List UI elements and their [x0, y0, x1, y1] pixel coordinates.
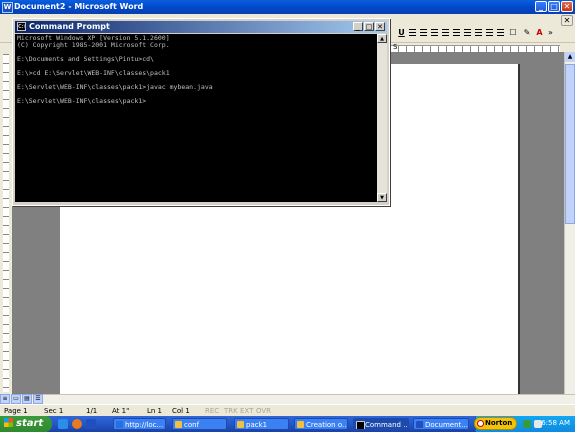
view-buttons: ≡ ▭ ▤ ☰ — [0, 394, 43, 404]
cmd-app-icon[interactable]: C:\ — [17, 22, 26, 31]
status-line: Ln 1 — [147, 407, 163, 415]
cmd-title: Command Prompt — [29, 22, 110, 31]
vertical-ruler-bar — [0, 52, 12, 394]
numbering-icon[interactable] — [463, 28, 472, 38]
quick-launch — [58, 419, 96, 429]
task-label: Document... — [425, 421, 468, 429]
task-label: http://loc... — [125, 421, 164, 429]
browser-icon — [116, 421, 123, 428]
taskbar: start http://loc... conf pack1 Creation … — [0, 416, 575, 432]
bullets-icon[interactable] — [474, 28, 483, 38]
web-view-icon[interactable]: ▭ — [11, 394, 21, 404]
line-spacing-icon[interactable] — [452, 28, 461, 38]
scroll-up-icon[interactable]: ▲ — [565, 52, 575, 62]
word-icon — [416, 421, 423, 428]
ruler-tab-marker[interactable]: S — [393, 43, 397, 51]
task-button-document[interactable]: Document... — [413, 418, 469, 430]
folder-icon — [175, 421, 182, 428]
vertical-ruler[interactable] — [3, 54, 9, 392]
console-prompt-line: E:\Servlet\WEB-INF\classes\pack1> — [17, 97, 147, 105]
maximize-button[interactable]: □ — [548, 1, 560, 12]
close-button[interactable]: ✕ — [561, 1, 573, 12]
minimize-button[interactable]: _ — [535, 1, 547, 12]
ie-icon[interactable] — [58, 419, 68, 429]
status-pages: 1/1 — [86, 407, 98, 415]
folder-icon — [237, 421, 244, 428]
norton-icon — [477, 420, 484, 427]
start-label: start — [16, 418, 44, 429]
firefox-icon[interactable] — [72, 419, 82, 429]
word-caption-buttons: _ □ ✕ — [535, 1, 573, 12]
scroll-thumb[interactable] — [565, 64, 575, 224]
status-ovr[interactable]: OVR — [256, 407, 271, 415]
task-button-pack1[interactable]: pack1 — [234, 418, 289, 430]
cmd-titlebar[interactable]: C:\ Command Prompt _ □ ✕ — [15, 21, 387, 33]
windows-logo-icon — [4, 418, 13, 427]
align-right-icon[interactable] — [430, 28, 439, 38]
status-page: Page 1 — [4, 407, 28, 415]
task-button-creation[interactable]: Creation o... — [294, 418, 348, 430]
cmd-maximize-button[interactable]: □ — [364, 22, 374, 31]
doc-close-icon[interactable]: ✕ — [561, 15, 573, 26]
task-button-browser[interactable]: http://loc... — [113, 418, 166, 430]
network-icon[interactable] — [523, 420, 531, 428]
status-at: At 1" — [112, 407, 130, 415]
command-prompt-window: C:\ Command Prompt _ □ ✕ Microsoft Windo… — [12, 18, 390, 206]
toolbar-options-chevron-icon[interactable]: » — [546, 28, 555, 38]
cmd-scrollbar[interactable]: ▲ ▼ — [377, 34, 387, 202]
underline-button[interactable]: U — [397, 28, 406, 38]
status-column: Col 1 — [172, 407, 190, 415]
normal-view-icon[interactable]: ≡ — [0, 394, 10, 404]
status-trk[interactable]: TRK — [224, 407, 238, 415]
font-color-icon[interactable]: A — [535, 28, 544, 38]
status-ext[interactable]: EXT — [240, 407, 253, 415]
word-quicklaunch-icon[interactable] — [86, 419, 96, 429]
console-output: Microsoft Windows XP [Version 5.1.2600] … — [17, 35, 213, 105]
task-button-command[interactable]: Command ... — [353, 418, 409, 430]
word-titlebar: W Document2 - Microsoft Word _ □ ✕ — [0, 0, 575, 14]
print-view-icon[interactable]: ▤ — [22, 394, 32, 404]
cmd-console[interactable]: Microsoft Windows XP [Version 5.1.2600] … — [15, 34, 377, 202]
task-label: conf — [184, 421, 200, 429]
document-caption-buttons: ✕ — [561, 15, 573, 26]
decrease-indent-icon[interactable] — [485, 28, 494, 38]
norton-button[interactable]: Norton — [474, 417, 517, 430]
start-button[interactable]: start — [0, 416, 52, 432]
task-label: Command ... — [365, 421, 409, 429]
vertical-scrollbar[interactable]: ▲ — [564, 52, 575, 394]
cmd-icon — [356, 421, 365, 429]
cmd-close-button[interactable]: ✕ — [375, 22, 385, 31]
console-line: (C) Copyright 1985-2001 Microsoft Corp. — [17, 41, 170, 49]
word-app-icon[interactable]: W — [2, 2, 13, 13]
highlight-icon[interactable]: ✎ — [521, 28, 533, 38]
align-center-icon[interactable] — [419, 28, 428, 38]
align-left-icon[interactable] — [408, 28, 417, 38]
borders-icon[interactable]: ☐ — [507, 28, 519, 38]
justify-icon[interactable] — [441, 28, 450, 38]
increase-indent-icon[interactable] — [496, 28, 505, 38]
cmd-caption-buttons: _ □ ✕ — [353, 22, 385, 31]
status-section: Sec 1 — [44, 407, 64, 415]
console-line: E:\>cd E:\Servlet\WEB-INF\classes\pack1 — [17, 69, 170, 77]
cmd-minimize-button[interactable]: _ — [353, 22, 363, 31]
task-label: pack1 — [246, 421, 268, 429]
outline-view-icon[interactable]: ☰ — [33, 394, 43, 404]
folder-icon — [297, 421, 304, 428]
console-line: E:\Servlet\WEB-INF\classes\pack1>javac m… — [17, 83, 213, 91]
format-buttons: U ☐ ✎ A » — [397, 28, 555, 38]
window-title: Document2 - Microsoft Word — [14, 2, 144, 11]
ruler-strip[interactable] — [390, 45, 560, 52]
task-label: Creation o... — [306, 421, 348, 429]
norton-label: Norton — [485, 419, 513, 427]
status-rec[interactable]: REC — [205, 407, 219, 415]
cmd-scroll-down-icon[interactable]: ▼ — [377, 193, 387, 202]
clock[interactable]: 6:58 AM — [541, 419, 570, 427]
task-button-conf[interactable]: conf — [172, 418, 227, 430]
console-line: E:\Documents and Settings\Pintu>cd\ — [17, 55, 154, 63]
cmd-scroll-up-icon[interactable]: ▲ — [377, 34, 387, 43]
